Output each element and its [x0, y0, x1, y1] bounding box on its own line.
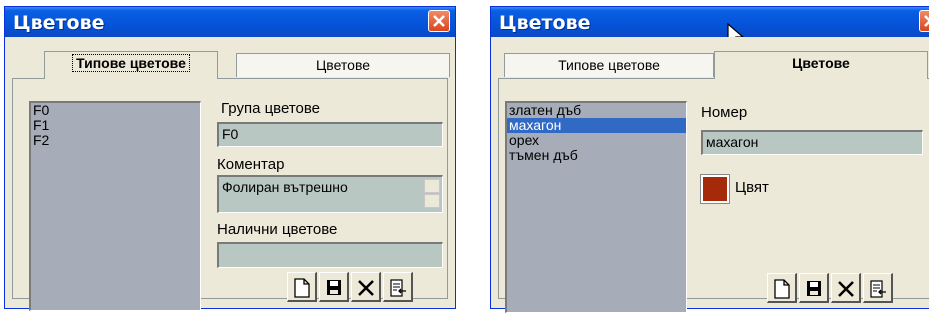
tab-colors[interactable]: Цветове [236, 53, 450, 77]
list-item[interactable]: златен дъб [507, 103, 686, 118]
list-item[interactable]: F1 [31, 118, 200, 133]
tab-label: Типове цветове [558, 57, 660, 73]
title-bar[interactable]: Цветове [491, 7, 929, 48]
tab-label: Цветове [315, 57, 371, 73]
tab-colors[interactable]: Цветове [714, 51, 928, 79]
tab-panel: златен дъб махагон орех тъмен дъб Номер … [498, 78, 929, 313]
delete-button[interactable] [831, 273, 861, 303]
list-item[interactable]: F0 [31, 103, 200, 118]
group-label: Група цветове [221, 100, 321, 117]
color-label: Цвят [735, 179, 769, 196]
delete-button[interactable] [351, 272, 381, 302]
tab-label-text: Цветове [792, 55, 850, 71]
window-client: Типове цветове Цветове златен дъб махаго… [494, 37, 929, 313]
comment-text: Фолиран вътрешно [222, 179, 348, 195]
title-bar[interactable]: Цветове [5, 7, 455, 37]
number-field[interactable]: махагон [701, 130, 923, 155]
comment-field[interactable]: Фолиран вътрешно [217, 175, 443, 213]
exit-button[interactable] [863, 273, 893, 303]
save-icon [807, 281, 821, 296]
new-icon [294, 278, 310, 298]
close-icon [924, 15, 929, 27]
list-item[interactable]: орех [507, 133, 686, 148]
delete-icon [838, 281, 854, 297]
number-label: Номер [701, 104, 748, 121]
window-title: Цветове [499, 12, 591, 34]
exit-button[interactable] [383, 272, 413, 302]
available-field[interactable] [217, 242, 443, 268]
scroll-down-button[interactable] [424, 194, 440, 208]
delete-icon [358, 280, 374, 296]
color-swatch[interactable] [700, 174, 730, 204]
new-button[interactable] [287, 272, 317, 302]
comment-label: Коментар [217, 156, 285, 173]
colors-window-types: Цветове Типове цветове Цветове F0 F1 F2 … [4, 6, 456, 311]
tab-color-types[interactable]: Типове цветове [44, 51, 218, 79]
save-button[interactable] [799, 273, 829, 303]
exit-icon [390, 279, 406, 297]
save-button[interactable] [319, 272, 349, 302]
scroll-up-button[interactable] [424, 179, 440, 193]
colors-list[interactable]: златен дъб махагон орех тъмен дъб [505, 101, 687, 313]
tab-panel: F0 F1 F2 Група цветове F0 Коментар Фолир… [12, 78, 448, 311]
available-label: Налични цветове [217, 221, 338, 238]
exit-icon [870, 280, 886, 298]
window-title: Цветове [13, 12, 105, 34]
group-field[interactable]: F0 [217, 122, 443, 147]
new-icon [774, 279, 790, 299]
color-types-list[interactable]: F0 F1 F2 [29, 101, 201, 311]
list-item[interactable]: тъмен дъб [507, 148, 686, 163]
tab-label: Типове цветове [72, 54, 190, 72]
close-button[interactable] [428, 10, 450, 32]
tab-color-types[interactable]: Типове цветове [504, 53, 714, 77]
close-button[interactable] [919, 10, 929, 32]
window-client: Типове цветове Цветове F0 F1 F2 Група цв… [8, 37, 452, 311]
list-item[interactable]: F2 [31, 133, 200, 148]
list-item-selected[interactable]: махагон [507, 118, 686, 133]
new-button[interactable] [767, 273, 797, 303]
close-icon [433, 15, 445, 27]
save-icon [327, 280, 341, 295]
colors-window-colors: Цветове Типове цветове Цветове златен дъ… [490, 6, 929, 313]
